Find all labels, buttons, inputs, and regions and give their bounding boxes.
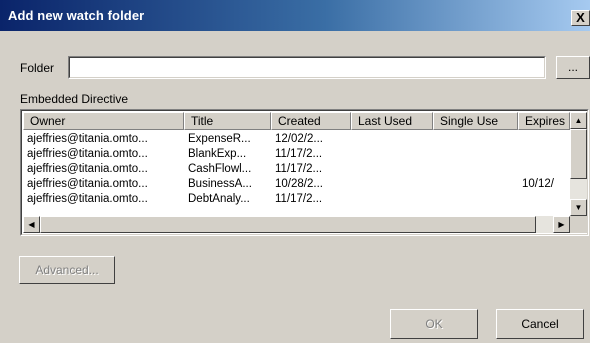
scroll-down-button[interactable]: ▼ <box>570 199 587 216</box>
close-button[interactable]: X <box>571 10 590 26</box>
column-header-last-used[interactable]: Last Used <box>351 112 433 130</box>
advanced-button[interactable]: Advanced... <box>19 256 115 284</box>
scroll-left-button[interactable]: ◀ <box>23 216 40 233</box>
ok-button-label: OK <box>425 317 443 331</box>
horizontal-scrollbar[interactable]: ◀ ▶ <box>23 216 570 233</box>
cell-owner: ajeffries@titania.omto... <box>27 163 148 175</box>
cell-owner: ajeffries@titania.omto... <box>27 133 148 145</box>
table-row[interactable]: ajeffries@titania.omto... BusinessA... 1… <box>23 177 568 192</box>
cell-title: BusinessA... <box>188 178 252 190</box>
directive-list[interactable]: Owner Title Created Last Used Single Use… <box>20 109 589 236</box>
cell-owner: ajeffries@titania.omto... <box>27 178 148 190</box>
up-arrow-icon: ▲ <box>574 116 583 125</box>
vertical-scrollbar[interactable]: ▲ ▼ <box>570 112 587 216</box>
left-arrow-icon: ◀ <box>28 220 35 229</box>
scroll-right-button[interactable]: ▶ <box>553 216 570 233</box>
cancel-button[interactable]: Cancel <box>496 309 584 339</box>
advanced-button-label: Advanced... <box>35 263 99 277</box>
column-header-expires[interactable]: Expires <box>518 112 570 130</box>
folder-input[interactable] <box>68 56 546 79</box>
cell-created: 11/17/2... <box>275 163 323 175</box>
horizontal-scroll-thumb[interactable] <box>40 216 536 233</box>
cell-created: 10/28/2... <box>275 178 323 190</box>
cell-created: 12/02/2... <box>275 133 323 145</box>
embedded-directive-label: Embedded Directive <box>20 92 129 106</box>
cell-owner: ajeffries@titania.omto... <box>27 148 148 160</box>
scroll-up-button[interactable]: ▲ <box>570 112 587 129</box>
folder-label: Folder <box>20 61 55 75</box>
column-header-title[interactable]: Title <box>184 112 271 130</box>
column-header-single-use[interactable]: Single Use <box>433 112 518 130</box>
column-header-created[interactable]: Created <box>271 112 351 130</box>
ok-button[interactable]: OK <box>390 309 478 339</box>
table-row[interactable]: ajeffries@titania.omto... DebtAnaly... 1… <box>23 192 568 207</box>
cell-title: CashFlowl... <box>188 163 252 175</box>
cell-title: ExpenseR... <box>188 133 251 145</box>
cell-created: 11/17/2... <box>275 148 323 160</box>
cell-created: 11/17/2... <box>275 193 323 205</box>
cell-expires: 10/12/ <box>522 178 554 190</box>
close-icon: X <box>576 10 585 25</box>
table-row[interactable]: ajeffries@titania.omto... CashFlowl... 1… <box>23 162 568 177</box>
browse-button[interactable]: ... <box>556 56 590 79</box>
scrollbar-corner <box>570 216 587 233</box>
dialog-window: Add new watch folder X Folder ... Embedd… <box>0 0 590 343</box>
vertical-scroll-thumb[interactable] <box>570 129 587 179</box>
cell-title: BlankExp... <box>188 148 247 160</box>
cell-owner: ajeffries@titania.omto... <box>27 193 148 205</box>
down-arrow-icon: ▼ <box>574 203 583 212</box>
table-row[interactable]: ajeffries@titania.omto... ExpenseR... 12… <box>23 132 568 147</box>
cell-title: DebtAnaly... <box>188 193 250 205</box>
column-header-owner[interactable]: Owner <box>23 112 184 130</box>
table-row[interactable]: ajeffries@titania.omto... BlankExp... 11… <box>23 147 568 162</box>
title-bar[interactable]: Add new watch folder X <box>0 0 590 31</box>
right-arrow-icon: ▶ <box>558 220 565 229</box>
browse-button-label: ... <box>567 60 578 74</box>
window-title: Add new watch folder <box>8 8 145 23</box>
cancel-button-label: Cancel <box>521 317 559 331</box>
